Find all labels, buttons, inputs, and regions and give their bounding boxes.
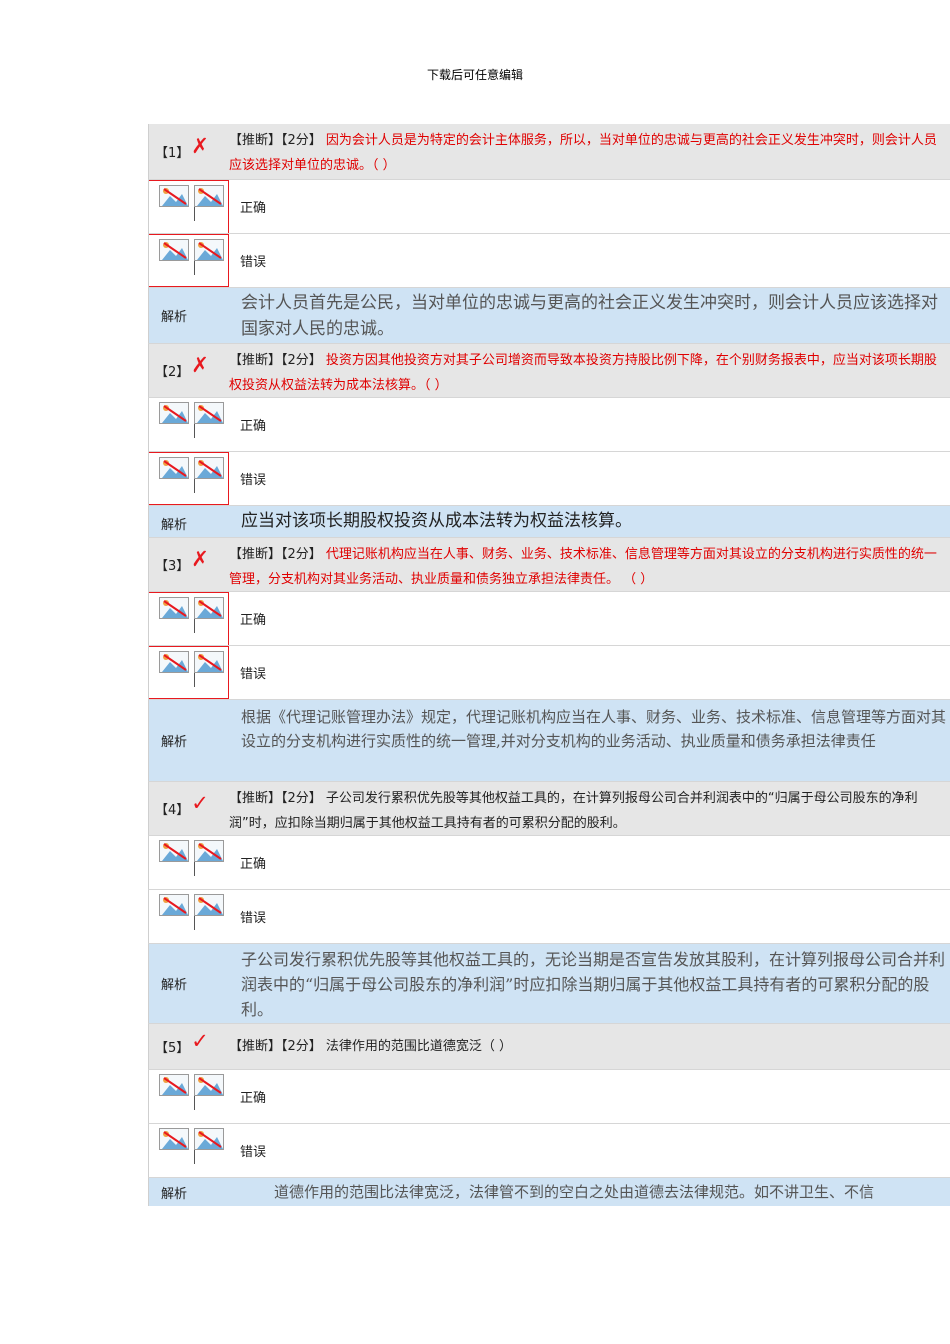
explanation-text: 根据《代理记账管理办法》规定，代理记账机构应当在人事、财务、业务、技术标准、信息… — [241, 708, 947, 750]
broken-image-icon — [159, 402, 189, 430]
question-row: 【2】 ✗ 【推断】【2分】 投资方因其他投资方对其子公司增资而导致本投资方持股比… — [148, 344, 950, 398]
option-true-row[interactable]: 正确 — [148, 592, 950, 646]
explanation-row: 解析 根据《代理记账管理办法》规定，代理记账机构应当在人事、财务、业务、技术标准… — [148, 700, 950, 782]
explanation-row: 解析 道德作用的范围比法律宽泛，法律管不到的空白之处由道德去法律规范。如不讲卫生… — [148, 1178, 950, 1206]
question-number: 【1】 ✗ — [155, 133, 209, 162]
option-false-row[interactable]: 错误 — [148, 646, 950, 700]
option-icons — [149, 180, 229, 233]
explanation-label: 解析 — [161, 518, 188, 533]
explanation-label: 解析 — [161, 310, 188, 325]
option-false-label: 错误 — [240, 1145, 267, 1160]
option-false-row[interactable]: 错误 — [148, 1124, 950, 1178]
broken-image-icon — [194, 1128, 224, 1164]
broken-image-icon — [194, 402, 224, 438]
option-icons — [149, 592, 229, 645]
wrong-mark-icon: ✗ — [191, 133, 209, 158]
broken-image-icon — [194, 840, 224, 876]
question-number: 【4】 ✓ — [155, 790, 209, 819]
option-icons — [149, 836, 229, 889]
explanation-label: 解析 — [161, 1187, 188, 1202]
option-true-label: 正确 — [240, 613, 267, 628]
explanation-row: 解析 应当对该项长期股权投资从成本法转为权益法核算。 — [148, 506, 950, 538]
broken-image-icon — [159, 457, 189, 485]
option-true-label: 正确 — [240, 419, 267, 434]
broken-image-icon — [159, 651, 189, 679]
page-header: 下载后可任意编辑 — [426, 68, 523, 82]
option-icons — [149, 452, 229, 505]
question-row: 【4】 ✓ 【推断】【2分】 子公司发行累积优先股等其他权益工具的，在计算列报母公… — [148, 782, 950, 836]
wrong-mark-icon: ✗ — [191, 546, 209, 571]
option-icons — [149, 234, 229, 287]
option-true-label: 正确 — [240, 1091, 267, 1106]
option-icons — [149, 1124, 229, 1177]
question-text: 【推断】【2分】 子公司发行累积优先股等其他权益工具的，在计算列报母公司合并利润… — [229, 791, 918, 831]
broken-image-icon — [159, 840, 189, 868]
explanation-row: 解析 子公司发行累积优先股等其他权益工具的，无论当期是否宣告发放其股利，在计算列… — [148, 944, 950, 1024]
option-false-label: 错误 — [240, 255, 267, 270]
question-row: 【3】 ✗ 【推断】【2分】 代理记账机构应当在人事、财务、业务、技术标准、信息管… — [148, 538, 950, 592]
explanation-text: 子公司发行累积优先股等其他权益工具的，无论当期是否宣告发放其股利，在计算列报母公… — [241, 950, 946, 1019]
broken-image-icon — [159, 597, 189, 625]
explanation-text: 会计人员首先是公民，当对单位的忠诚与更高的社会正义发生冲突时，则会计人员应该选择… — [241, 293, 938, 339]
question-text: 【推断】【2分】 法律作用的范围比道德宽泛（ ） — [229, 1039, 513, 1054]
broken-image-icon — [194, 457, 224, 493]
broken-image-icon — [159, 1074, 189, 1102]
broken-image-icon — [159, 185, 189, 213]
option-false-row[interactable]: 错误 — [148, 234, 950, 288]
option-false-row[interactable]: 错误 — [148, 452, 950, 506]
broken-image-icon — [194, 239, 224, 275]
broken-image-icon — [194, 894, 224, 930]
broken-image-icon — [194, 651, 224, 687]
question-row: 【1】 ✗ 【推断】【2分】 因为会计人员是为特定的会计主体服务，所以，当对单位的… — [148, 124, 950, 180]
option-icons — [149, 1070, 229, 1123]
broken-image-icon — [159, 1128, 189, 1156]
option-true-row[interactable]: 正确 — [148, 836, 950, 890]
question-number: 【2】 ✗ — [155, 352, 209, 381]
explanation-label: 解析 — [161, 978, 188, 993]
option-true-row[interactable]: 正确 — [148, 1070, 950, 1124]
broken-image-icon — [194, 185, 224, 221]
broken-image-icon — [194, 597, 224, 633]
correct-check-icon: ✓ — [191, 1028, 209, 1053]
option-icons — [149, 646, 229, 699]
question-number: 【5】 ✓ — [155, 1028, 209, 1057]
question-text: 【推断】【2分】 因为会计人员是为特定的会计主体服务，所以，当对单位的忠诚与更高… — [229, 133, 937, 173]
wrong-mark-icon: ✗ — [191, 352, 209, 377]
quiz-sheet: 【1】 ✗ 【推断】【2分】 因为会计人员是为特定的会计主体服务，所以，当对单位的… — [148, 124, 950, 1206]
option-icons — [149, 398, 229, 451]
option-icons — [149, 890, 229, 943]
option-false-row[interactable]: 错误 — [148, 890, 950, 944]
broken-image-icon — [159, 239, 189, 267]
question-text: 【推断】【2分】 代理记账机构应当在人事、财务、业务、技术标准、信息管理等方面对… — [229, 547, 937, 587]
broken-image-icon — [194, 1074, 224, 1110]
option-true-row[interactable]: 正确 — [148, 398, 950, 452]
correct-check-icon: ✓ — [191, 790, 209, 815]
explanation-label: 解析 — [161, 735, 188, 750]
option-false-label: 错误 — [240, 473, 267, 488]
explanation-text: 道德作用的范围比法律宽泛，法律管不到的空白之处由道德去法律规范。如不讲卫生、不信 — [274, 1183, 875, 1201]
option-true-row[interactable]: 正确 — [148, 180, 950, 234]
option-true-label: 正确 — [240, 201, 267, 216]
explanation-text: 应当对该项长期股权投资从成本法转为权益法核算。 — [241, 511, 632, 531]
option-true-label: 正确 — [240, 857, 267, 872]
option-false-label: 错误 — [240, 911, 267, 926]
question-text: 【推断】【2分】 投资方因其他投资方对其子公司增资而导致本投资方持股比例下降，在… — [229, 353, 937, 393]
broken-image-icon — [159, 894, 189, 922]
question-number: 【3】 ✗ — [155, 546, 209, 575]
question-row: 【5】 ✓ 【推断】【2分】 法律作用的范围比道德宽泛（ ） — [148, 1024, 950, 1070]
explanation-row: 解析 会计人员首先是公民，当对单位的忠诚与更高的社会正义发生冲突时，则会计人员应… — [148, 288, 950, 344]
option-false-label: 错误 — [240, 667, 267, 682]
